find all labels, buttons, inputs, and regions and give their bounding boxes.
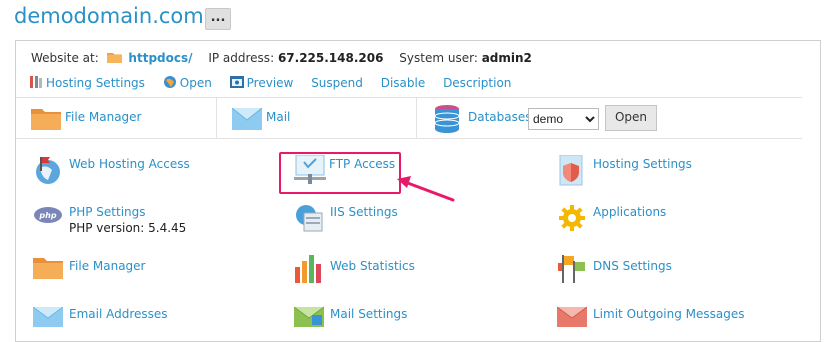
database-icon — [434, 104, 460, 137]
quick-file-manager[interactable]: File Manager — [16, 98, 216, 138]
domain-title[interactable]: demodomain.com — [14, 4, 204, 28]
web-hosting-access-label[interactable]: Web Hosting Access — [69, 157, 190, 171]
bar-chart-icon — [294, 253, 324, 286]
preview-icon — [229, 75, 244, 89]
preview-link[interactable]: Preview — [229, 75, 293, 90]
iis-settings-label[interactable]: IIS Settings — [330, 205, 398, 219]
mail-icon — [231, 107, 263, 133]
quick-mail[interactable]: Mail — [217, 98, 416, 138]
open-link[interactable]: Open — [163, 75, 212, 90]
quick-databases-label[interactable]: Databases — [468, 110, 532, 124]
folder-icon — [31, 106, 61, 133]
website-label: Website at: — [31, 51, 99, 65]
quick-databases: Databases demo Open — [417, 98, 802, 138]
php-version: PHP version: 5.4.45 — [69, 221, 187, 235]
folder-icon — [33, 255, 63, 282]
dns-settings-label[interactable]: DNS Settings — [593, 259, 672, 273]
folder-icon — [106, 51, 122, 63]
limit-mail-icon — [556, 303, 588, 330]
email-addresses-label[interactable]: Email Addresses — [69, 307, 168, 321]
mail-settings-icon — [293, 303, 325, 330]
system-user-label: System user: — [399, 51, 478, 65]
quick-mail-label[interactable]: Mail — [266, 110, 290, 124]
limit-outgoing-label[interactable]: Limit Outgoing Messages — [593, 307, 745, 321]
quick-file-manager-label[interactable]: File Manager — [65, 110, 142, 124]
database-open-button[interactable]: Open — [605, 105, 657, 131]
description-link[interactable]: Description — [443, 76, 511, 90]
gear-icon — [557, 203, 587, 236]
file-manager-label[interactable]: File Manager — [69, 259, 146, 273]
more-button[interactable]: ... — [205, 8, 231, 30]
database-select[interactable]: demo — [528, 108, 599, 130]
hosting-settings-icon — [557, 154, 587, 190]
mail-icon — [32, 303, 64, 330]
domain-actions: Hosting Settings Open Preview Suspend Di… — [29, 75, 525, 90]
php-settings-label[interactable]: PHP Settings — [69, 205, 146, 219]
disable-link[interactable]: Disable — [381, 76, 426, 90]
iis-icon — [294, 203, 324, 236]
applications-label[interactable]: Applications — [593, 205, 666, 219]
globe-icon — [163, 75, 177, 89]
ip-value: 67.225.148.206 — [277, 51, 384, 65]
hosting-settings-link[interactable]: Hosting Settings — [29, 75, 145, 90]
ftp-highlight-box — [279, 152, 401, 194]
globe-flag-icon — [33, 155, 63, 188]
ip-label: IP address: — [208, 51, 275, 65]
suspend-link[interactable]: Suspend — [311, 76, 363, 90]
mail-settings-label[interactable]: Mail Settings — [330, 307, 407, 321]
folder-link[interactable]: httpdocs/ — [128, 51, 192, 65]
web-statistics-label[interactable]: Web Statistics — [330, 259, 415, 273]
website-info: Website at: httpdocs/ IP address: 67.225… — [31, 51, 532, 65]
wrench-icon — [29, 75, 43, 89]
quick-access-bar: File Manager Mail Databases demo Open — [16, 97, 802, 139]
svg-text:php: php — [38, 211, 56, 220]
pointer-arrow-icon — [397, 176, 455, 202]
hosting-settings-label[interactable]: Hosting Settings — [593, 157, 692, 171]
dns-flags-icon — [557, 253, 589, 286]
system-user-value: admin2 — [481, 51, 532, 65]
php-icon: php — [33, 205, 63, 228]
